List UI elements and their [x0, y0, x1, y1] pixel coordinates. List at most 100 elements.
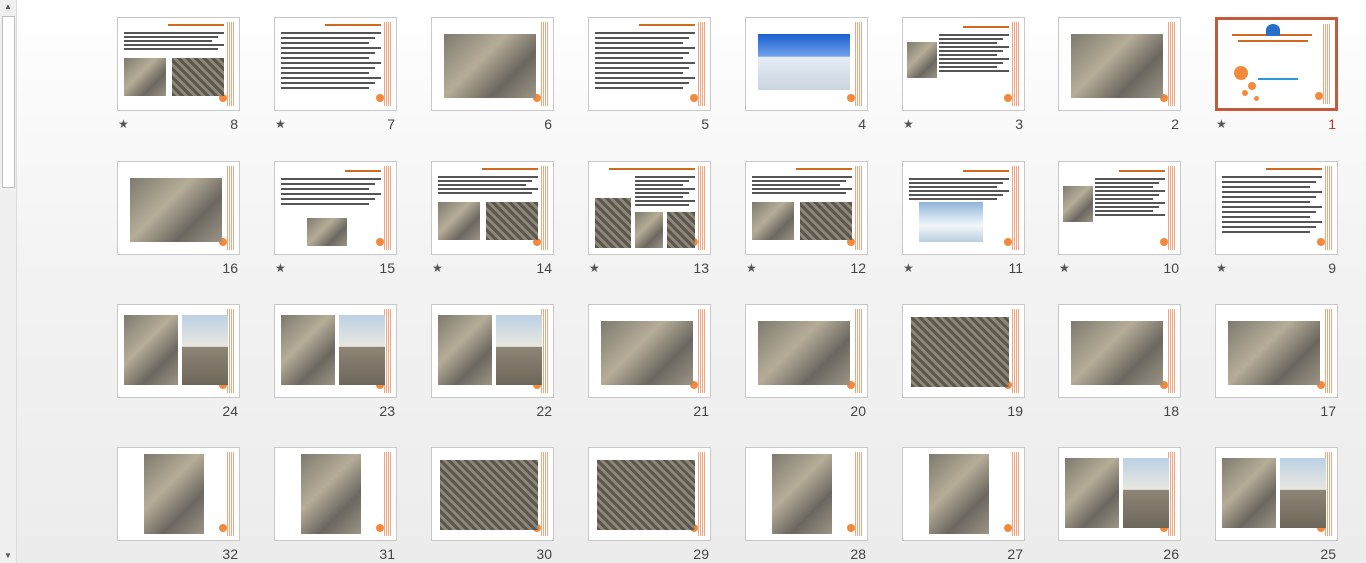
slide-side-stripes [541, 452, 549, 536]
slide-text-line [124, 36, 218, 38]
slide-text-line [281, 203, 369, 205]
slide-text-line [1095, 198, 1153, 200]
slide-side-stripes [1012, 452, 1020, 536]
slide-photo [800, 202, 852, 240]
slide-thumbnail[interactable] [588, 304, 711, 398]
transition-star-icon[interactable]: ★ [903, 117, 914, 131]
slide-text-line [939, 38, 1003, 40]
slide-thumbnail[interactable] [1215, 161, 1338, 255]
slide-text-line [635, 176, 695, 178]
slide-thumbnail[interactable] [117, 161, 240, 255]
slide-thumbnail[interactable] [431, 304, 554, 398]
slide-photo [438, 202, 480, 240]
slide-text-line [939, 58, 1009, 60]
transition-star-icon[interactable]: ★ [589, 261, 600, 275]
slide-thumbnail[interactable] [902, 304, 1025, 398]
slide-text-line [281, 47, 381, 49]
slide-thumbnail[interactable] [1215, 17, 1338, 111]
slide-thumbnail[interactable] [745, 161, 868, 255]
slide-thumbnail[interactable] [1215, 304, 1338, 398]
slide-text-line [1222, 211, 1316, 213]
slide-thumbnail[interactable] [745, 304, 868, 398]
transition-star-icon[interactable]: ★ [1216, 261, 1227, 275]
slide-thumbnail[interactable] [431, 161, 554, 255]
slide-thumbnail[interactable] [745, 17, 868, 111]
slide-text-line [752, 176, 852, 178]
slide-number: 27 [1007, 546, 1023, 562]
slide-title-line [1119, 170, 1165, 172]
transition-star-icon[interactable]: ★ [1216, 117, 1227, 131]
slide-thumbnail[interactable] [588, 447, 711, 541]
slide-side-stripes [1168, 166, 1176, 250]
transition-star-icon[interactable]: ★ [275, 117, 286, 131]
slide-thumbnail[interactable] [431, 447, 554, 541]
slide-text-line [595, 37, 689, 39]
transition-star-icon[interactable]: ★ [432, 261, 443, 275]
slide-text-line [909, 182, 1003, 184]
slide-accent-dot [1317, 238, 1325, 246]
slide-title-line [609, 168, 695, 170]
slide-thumbnail[interactable] [1058, 447, 1181, 541]
slide-text-line [635, 180, 689, 182]
slide-thumbnail[interactable] [902, 447, 1025, 541]
slide-thumbnail[interactable] [431, 17, 554, 111]
slide-text-line [909, 194, 1003, 196]
transition-star-icon[interactable]: ★ [903, 261, 914, 275]
slide-thumbnail[interactable] [117, 304, 240, 398]
slide-text-line [752, 184, 840, 186]
slide-side-stripes [1168, 452, 1176, 536]
slide-text-line [1222, 206, 1322, 208]
slide-text-line [939, 50, 1003, 52]
slide-title-line [796, 168, 852, 170]
slide-text-line [1095, 182, 1159, 184]
transition-star-icon[interactable]: ★ [1059, 261, 1070, 275]
slide-text-line [281, 82, 375, 84]
slide-thumbnail[interactable] [1058, 161, 1181, 255]
slide-text-line [1222, 186, 1310, 188]
slide-text-line [1222, 231, 1310, 233]
slide-text-line [1095, 194, 1159, 196]
slide-thumbnail[interactable] [1058, 304, 1181, 398]
slide-thumbnail[interactable] [117, 17, 240, 111]
slide-side-stripes [698, 309, 706, 393]
slide-thumbnail[interactable] [274, 304, 397, 398]
slide-thumbnail[interactable] [274, 17, 397, 111]
slide-text-line [1222, 216, 1310, 218]
slide-text-line [124, 44, 224, 46]
slide-text-line [281, 178, 381, 180]
slide-accent-dot [376, 94, 384, 102]
slide-side-stripes [1012, 22, 1020, 106]
slide-photo [172, 58, 224, 96]
slide-thumbnail[interactable] [588, 161, 711, 255]
slide-text-line [939, 66, 997, 68]
slide-text-line [939, 62, 1003, 64]
transition-star-icon[interactable]: ★ [746, 261, 757, 275]
slide-thumbnail[interactable] [1215, 447, 1338, 541]
slide-thumbnail[interactable] [117, 447, 240, 541]
slide-text-line [595, 57, 683, 59]
slide-photo [601, 321, 693, 385]
slide-thumbnail[interactable] [274, 161, 397, 255]
transition-star-icon[interactable]: ★ [275, 261, 286, 275]
slide-thumbnail[interactable] [1058, 17, 1181, 111]
slide-text-line [438, 192, 532, 194]
slide-text-line [939, 70, 1009, 72]
slide-accent-dot [1004, 524, 1012, 532]
slide-photo [758, 34, 850, 90]
slide-number: 24 [222, 403, 238, 419]
slide-number: 31 [379, 546, 395, 562]
slide-thumbnail[interactable] [274, 447, 397, 541]
slide-text-line [281, 57, 369, 59]
slide-number: 5 [701, 116, 709, 132]
slide-photo [124, 315, 178, 385]
slide-text-line [281, 77, 381, 79]
slide-thumbnail[interactable] [902, 17, 1025, 111]
slide-text-line [595, 67, 689, 69]
slide-thumbnail[interactable] [902, 161, 1025, 255]
transition-star-icon[interactable]: ★ [118, 117, 129, 131]
slide-side-stripes [698, 166, 706, 250]
slide-text-line [635, 196, 683, 198]
slide-text-line [1222, 181, 1316, 183]
slide-thumbnail[interactable] [588, 17, 711, 111]
slide-thumbnail[interactable] [745, 447, 868, 541]
